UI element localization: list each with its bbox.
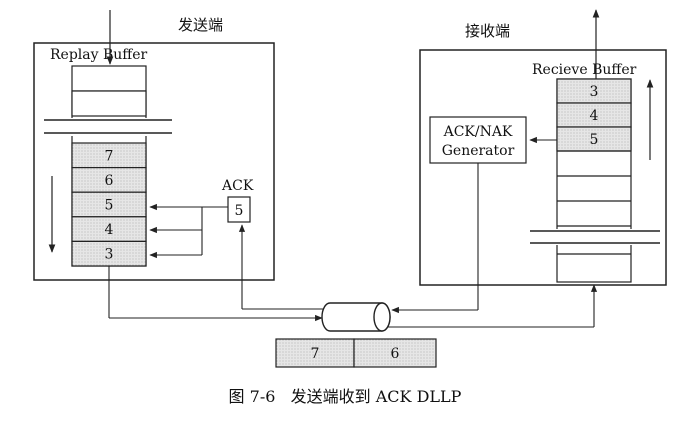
sender-title: 发送端	[178, 16, 223, 34]
receive-slot-value: 4	[590, 108, 599, 124]
replay-slot-value: 7	[105, 149, 114, 165]
ack-value: 5	[235, 203, 244, 219]
replay-slot-value: 4	[105, 222, 114, 238]
ack-label: ACK	[221, 178, 254, 194]
generator-line1: ACK/NAK	[443, 124, 513, 140]
diagram-canvas: 发送端 Replay Buffer 7 6 5 4 3 ACK 5 7 6 接收…	[33, 9, 667, 406]
generator-line2: Generator	[442, 143, 515, 159]
replay-buffer-label: Replay Buffer	[50, 47, 148, 63]
link-packet: 7	[275, 338, 355, 368]
receive-slot: 4	[556, 102, 632, 128]
replay-slot-value: 6	[105, 173, 114, 189]
receive-slot: 3	[556, 78, 632, 104]
replay-slot: 4	[71, 216, 147, 243]
link-packet: 6	[353, 338, 437, 368]
replay-slot-value: 3	[105, 247, 114, 263]
receive-buffer-label: Recieve Buffer	[532, 62, 637, 78]
replay-slot-value: 5	[105, 198, 114, 214]
link-packet-value: 7	[311, 346, 320, 362]
replay-slot: 7	[71, 142, 147, 169]
sender-box	[33, 42, 275, 281]
link-packet-value: 6	[391, 346, 400, 362]
figure-caption: 图 7-6 发送端收到 ACK DLLP	[229, 387, 462, 406]
link-cable	[321, 302, 391, 332]
receive-slot: 5	[556, 126, 632, 152]
receive-slot-value: 5	[590, 132, 599, 148]
replay-slot: 3	[71, 240, 147, 267]
receiver-title: 接收端	[465, 22, 510, 40]
replay-slot: 6	[71, 167, 147, 193]
receive-slot-value: 3	[590, 84, 599, 100]
replay-slot: 5	[71, 191, 147, 218]
